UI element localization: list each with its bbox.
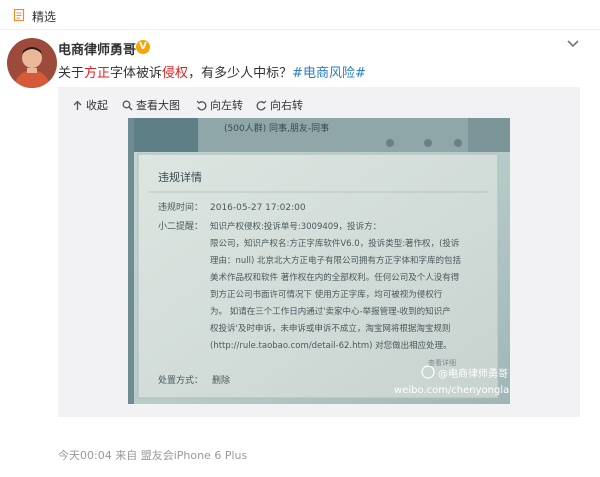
rotate-left-button[interactable]: 向左转 xyxy=(196,97,243,113)
username[interactable]: 电商律师勇哥 xyxy=(58,39,136,58)
hashtag-link[interactable]: #电商风险# xyxy=(292,66,366,81)
photo-topbar-text: (500人群) 同事,朋友-同事 xyxy=(224,122,329,134)
note-line: 美术作品权和软件 著作权在内的全部权利。任何公司及个人没有得 xyxy=(210,272,460,283)
rotate-right-label: 向右转 xyxy=(270,99,303,112)
view-large-label: 查看大图 xyxy=(136,99,180,112)
rotate-left-icon xyxy=(196,100,207,110)
highlight-infringement: 侵权 xyxy=(162,66,189,81)
magnifier-icon xyxy=(122,100,133,110)
time-label: 违规时间： xyxy=(158,201,203,213)
rotate-left-label: 向左转 xyxy=(210,99,243,112)
note-label: 小二提醒： xyxy=(158,221,203,232)
post-text-part: 关于 xyxy=(58,66,85,81)
note-line: 理由：null) 北京北大方正电子有限公司拥有方正字体和字库的包括 xyxy=(210,255,462,266)
dialog-title: 违规详情 xyxy=(158,170,202,184)
arrow-up-icon xyxy=(73,100,82,110)
note-line: 知识产权侵权:投诉单号:3009409，投诉方： xyxy=(210,221,381,232)
watermark-url: weibo.com/chenyonglawyer xyxy=(394,385,510,396)
note-line: 为。 如请在三个工作日内通过'卖家中心-举报管理-收到的知识产 xyxy=(210,306,451,317)
collapse-button[interactable]: 收起 xyxy=(72,97,108,113)
note-line: (http://rule.taobao.com/detail-62.htm) 对… xyxy=(210,340,452,351)
avatar[interactable] xyxy=(7,38,57,88)
action-label: 处置方式： xyxy=(158,374,203,386)
collapse-label: 收起 xyxy=(86,99,108,112)
highlight-fangzheng: 方正 xyxy=(84,66,111,81)
section-title: 精选 xyxy=(32,10,57,24)
post-meta: 今天00:04 来自 盟友会iPhone 6 Plus xyxy=(58,449,248,462)
action-value: 删除 xyxy=(212,374,230,386)
rotate-right-icon xyxy=(256,100,267,110)
view-large-button[interactable]: 查看大图 xyxy=(122,97,180,113)
verified-badge: V xyxy=(136,40,150,54)
note-line: 到方正公司书面许可情况下 使用方正字库，均可被视为侵权行 xyxy=(210,289,443,300)
post-image[interactable]: (500人群) 同事,朋友-同事 违规详情 违规时间： 2016-05-27 1… xyxy=(128,118,510,404)
note-line: 限公司，知识产权名:方正字库软件V6.0，投诉类型:著作权，(投诉 xyxy=(210,238,460,249)
post-text-part: 字体被诉 xyxy=(110,66,163,81)
time-value: 2016-05-27 17:02:00 xyxy=(210,203,306,213)
post-text-part: ，有多少人中标？ xyxy=(188,66,293,81)
chevron-down-icon[interactable] xyxy=(566,39,580,49)
faded-link: 查看详细 xyxy=(428,358,456,367)
document-icon xyxy=(13,9,25,21)
note-line: 权投诉'及时申诉，未申诉或申诉不成立，淘宝网将根据淘宝规则 xyxy=(210,323,450,334)
top-bar: 精选 xyxy=(0,0,600,30)
watermark-handle: @电商律师勇哥 xyxy=(438,367,508,380)
post-text: 关于方正字体被诉侵权，有多少人中标？#电商风险# xyxy=(58,62,366,81)
rotate-right-button[interactable]: 向右转 xyxy=(256,97,303,113)
